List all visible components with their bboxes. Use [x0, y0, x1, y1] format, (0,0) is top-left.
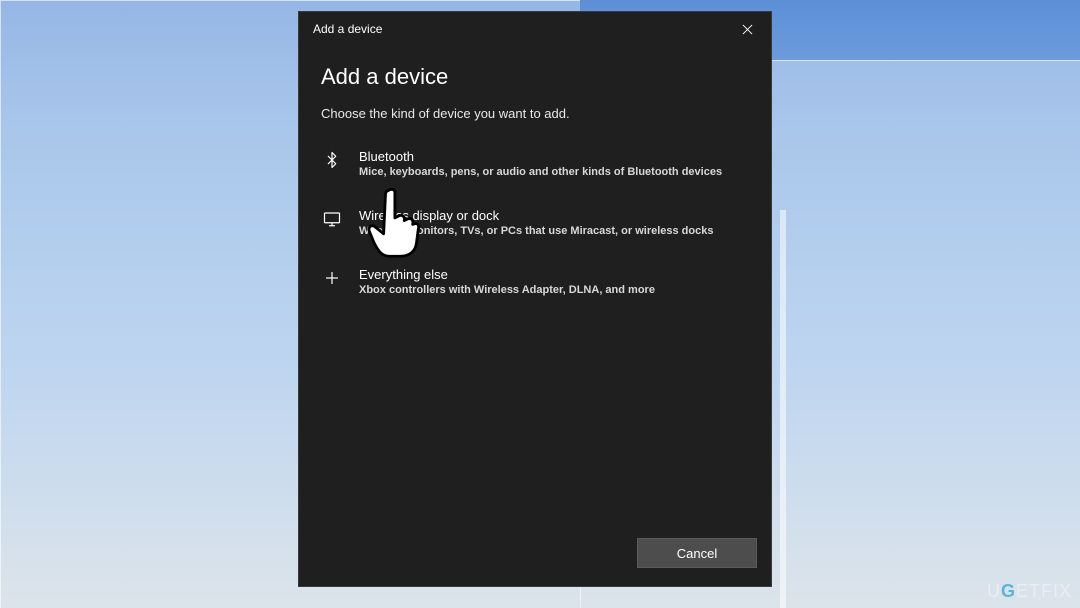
dialog-footer: Cancel	[299, 530, 771, 586]
option-bluetooth[interactable]: Bluetooth Mice, keyboards, pens, or audi…	[321, 141, 749, 186]
dialog-titlebar: Add a device	[299, 12, 771, 46]
cancel-button[interactable]: Cancel	[637, 538, 757, 568]
watermark-text: UGETU FIXFIX	[987, 581, 1072, 602]
option-wireless-desc: Wireless monitors, TVs, or PCs that use …	[359, 225, 713, 237]
option-bluetooth-desc: Mice, keyboards, pens, or audio and othe…	[359, 166, 722, 178]
close-icon	[742, 24, 753, 35]
monitor-icon	[321, 208, 343, 228]
option-bluetooth-title: Bluetooth	[359, 149, 722, 164]
option-other-title: Everything else	[359, 267, 655, 282]
add-device-dialog: Add a device Add a device Choose the kin…	[298, 11, 772, 587]
dialog-body: Add a device Choose the kind of device y…	[299, 46, 771, 530]
dialog-titlebar-text: Add a device	[313, 22, 382, 36]
option-everything-else[interactable]: Everything else Xbox controllers with Wi…	[321, 259, 749, 304]
dialog-heading: Add a device	[321, 64, 749, 90]
plus-icon	[321, 267, 343, 287]
option-wireless-title: Wireless display or dock	[359, 208, 713, 223]
desktop-background: Add a device Add a device Choose the kin…	[0, 0, 1080, 608]
dialog-subtitle: Choose the kind of device you want to ad…	[321, 106, 749, 121]
option-wireless-display[interactable]: Wireless display or dock Wireless monito…	[321, 200, 749, 245]
option-other-desc: Xbox controllers with Wireless Adapter, …	[359, 284, 655, 296]
bluetooth-icon	[321, 149, 343, 169]
background-divider	[780, 210, 786, 608]
cancel-button-label: Cancel	[677, 546, 717, 561]
close-button[interactable]	[733, 15, 761, 43]
